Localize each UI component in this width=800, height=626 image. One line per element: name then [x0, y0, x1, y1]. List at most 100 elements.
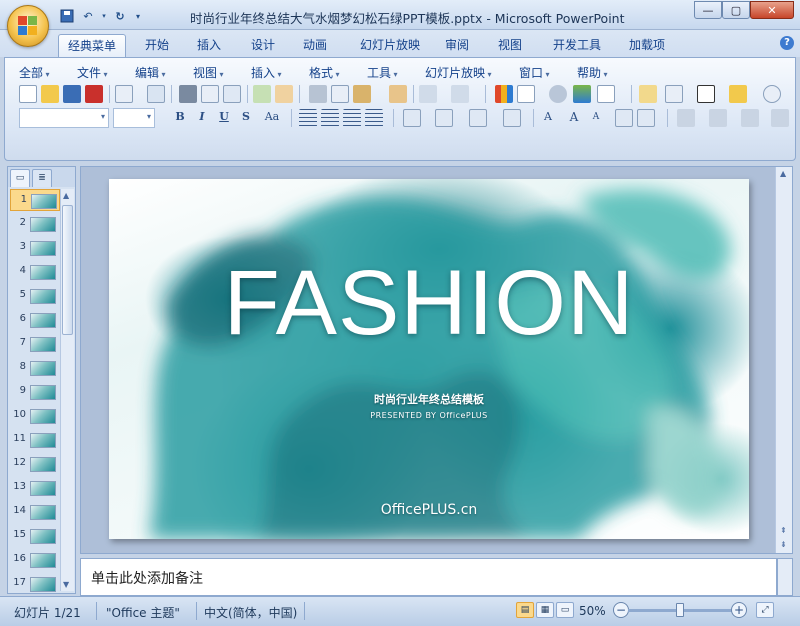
menu-all[interactable]: 全部 — [19, 64, 50, 81]
line-spacing-icon[interactable] — [435, 109, 453, 127]
text-box-icon[interactable] — [697, 85, 715, 103]
print-icon[interactable] — [179, 85, 197, 103]
shape-fill-icon[interactable] — [771, 109, 789, 127]
increase-indent-icon[interactable] — [637, 109, 655, 127]
copy-icon[interactable] — [331, 85, 349, 103]
slide-thumbnail[interactable]: 6 — [10, 309, 60, 331]
save-icon[interactable] — [63, 85, 81, 103]
customize-qat-icon[interactable]: ▾ — [132, 8, 144, 24]
find-icon[interactable] — [763, 85, 781, 103]
scroll-up-icon[interactable]: ▲ — [63, 191, 69, 200]
layout-icon[interactable] — [665, 85, 683, 103]
new-icon[interactable] — [19, 85, 37, 103]
slide-scrollbar[interactable]: ▲ ⇞ ⇟ — [775, 167, 792, 553]
tab-slideshow[interactable]: 幻灯片放映 — [350, 34, 430, 57]
tab-design[interactable]: 设计 — [242, 34, 284, 57]
format-painter-icon[interactable] — [389, 85, 407, 103]
notes-scrollbar[interactable] — [777, 558, 793, 596]
open-icon[interactable] — [41, 85, 59, 103]
slide-thumbnail[interactable]: 2 — [10, 213, 60, 235]
slide-thumbnail[interactable]: 8 — [10, 357, 60, 379]
zoom-in-icon[interactable]: + — [731, 602, 747, 618]
theme-name[interactable]: "Office 主题" — [106, 604, 180, 621]
notes-pane[interactable]: 单击此处添加备注 — [80, 558, 777, 596]
paste-icon[interactable] — [353, 85, 371, 103]
close-icon[interactable]: ✕ — [750, 1, 794, 19]
align-right-icon[interactable] — [343, 109, 361, 127]
font-size-combo[interactable] — [113, 108, 155, 128]
slide-thumbnail[interactable]: 5 — [10, 285, 60, 307]
slide-subtitle[interactable]: 时尚行业年终总结模板 — [109, 391, 749, 407]
table-icon[interactable] — [517, 85, 535, 103]
align-left-icon[interactable] — [299, 109, 317, 127]
cut-icon[interactable] — [309, 85, 327, 103]
bullets-icon[interactable] — [503, 109, 521, 127]
save-icon[interactable] — [58, 8, 76, 24]
zoom-slider[interactable] — [628, 603, 732, 617]
scroll-thumb[interactable] — [62, 205, 73, 335]
previous-slide-icon[interactable]: ⇞ — [780, 526, 787, 535]
slide-thumbnail[interactable]: 10 — [10, 405, 60, 427]
grow-font-button[interactable]: A — [565, 108, 583, 126]
next-slide-icon[interactable]: ⇟ — [780, 540, 787, 549]
slide-thumbnail[interactable]: 1 — [10, 189, 60, 211]
tab-developer[interactable]: 开发工具 — [544, 34, 610, 57]
menu-window[interactable]: 窗口 — [519, 64, 550, 81]
slide-thumbnail[interactable]: 16 — [10, 549, 60, 571]
zoom-level[interactable]: 50% — [579, 604, 606, 618]
tab-home[interactable]: 开始 — [136, 34, 178, 57]
maximize-icon[interactable]: ▢ — [722, 1, 750, 19]
zoom-out-icon[interactable]: − — [613, 602, 629, 618]
fit-to-window-icon[interactable]: ⤢ — [756, 602, 774, 618]
slides-tab-icon[interactable]: ▭ — [10, 169, 30, 187]
arrange-icon[interactable] — [709, 109, 727, 127]
slide-thumbnail[interactable]: 3 — [10, 237, 60, 259]
redo-icon[interactable] — [451, 85, 469, 103]
attach-icon[interactable] — [147, 85, 165, 103]
shrink-font-button[interactable]: A — [587, 108, 605, 126]
slide-brand[interactable]: OfficePLUS.cn — [109, 502, 749, 518]
print-preview-icon[interactable] — [201, 85, 219, 103]
menu-slideshow[interactable]: 幻灯片放映 — [425, 64, 492, 81]
tab-addins[interactable]: 加载项 — [620, 34, 674, 57]
office-button[interactable] — [7, 5, 49, 47]
undo-dropdown-icon[interactable]: ▾ — [100, 8, 108, 24]
permission-icon[interactable] — [115, 85, 133, 103]
slide-layout-icon[interactable] — [223, 85, 241, 103]
menu-help[interactable]: 帮助 — [577, 64, 608, 81]
tab-classic-menu[interactable]: 经典菜单 — [58, 34, 126, 57]
help-icon[interactable]: ? — [780, 36, 794, 50]
slide-thumbnail[interactable]: 7 — [10, 333, 60, 355]
tab-view[interactable]: 视图 — [489, 34, 531, 57]
menu-tools[interactable]: 工具 — [367, 64, 398, 81]
menu-insert[interactable]: 插入 — [251, 64, 282, 81]
slide-title[interactable]: FASHION — [109, 251, 749, 356]
change-case-button[interactable]: Aa — [259, 108, 285, 126]
open-folder-icon[interactable] — [729, 85, 747, 103]
minimize-icon[interactable]: — — [694, 1, 722, 19]
slide-canvas[interactable]: FASHION 时尚行业年终总结模板 PRESENTED BY OfficePL… — [109, 179, 749, 539]
tab-animation[interactable]: 动画 — [294, 34, 336, 57]
align-center-icon[interactable] — [321, 109, 339, 127]
chart-icon[interactable] — [495, 85, 513, 103]
font-name-combo[interactable] — [19, 108, 109, 128]
shadow-button[interactable]: S — [237, 108, 255, 126]
undo-icon[interactable] — [419, 85, 437, 103]
slide-thumbnail[interactable]: 14 — [10, 501, 60, 523]
menu-view[interactable]: 视图 — [193, 64, 224, 81]
normal-view-icon[interactable]: ▤ — [516, 602, 534, 618]
scroll-down-icon[interactable]: ▼ — [63, 580, 69, 589]
slide-presented-by[interactable]: PRESENTED BY OfficePLUS — [109, 411, 749, 420]
save-as-pdf-icon[interactable] — [85, 85, 103, 103]
menu-file[interactable]: 文件 — [77, 64, 108, 81]
slide-thumbnail[interactable]: 13 — [10, 477, 60, 499]
decrease-indent-icon[interactable] — [615, 109, 633, 127]
zoom-slider-knob[interactable] — [676, 603, 684, 617]
justify-icon[interactable] — [365, 109, 383, 127]
italic-button[interactable]: I — [193, 108, 211, 126]
smartart-icon[interactable] — [549, 85, 567, 103]
text-direction-icon[interactable] — [403, 109, 421, 127]
thumbnail-scrollbar[interactable]: ▲ ▼ — [60, 189, 74, 591]
slideshow-view-icon[interactable]: ▭ — [556, 602, 574, 618]
tab-insert[interactable]: 插入 — [188, 34, 230, 57]
